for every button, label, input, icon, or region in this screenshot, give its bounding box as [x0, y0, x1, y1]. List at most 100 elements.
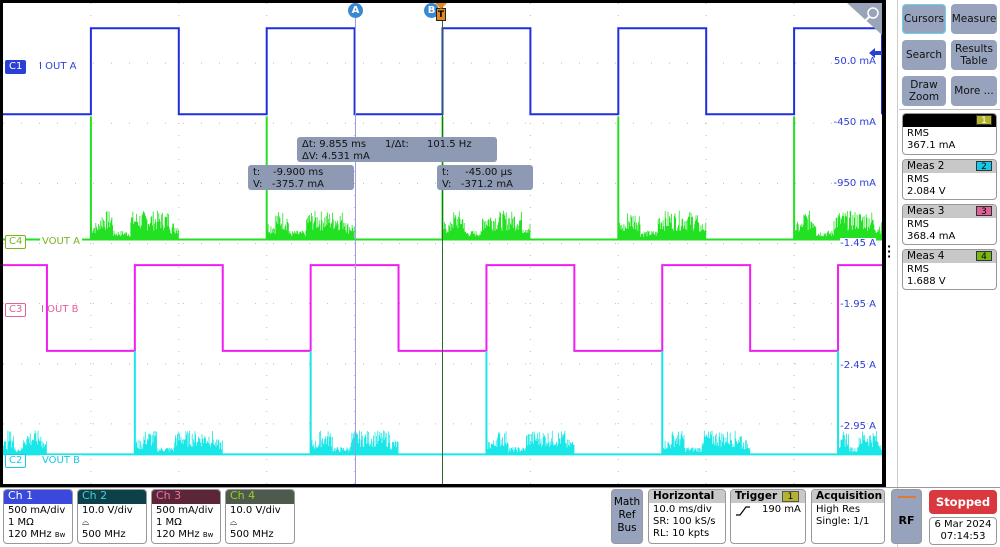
run-stop-button[interactable]: Stopped [929, 490, 997, 514]
panel-handle-icon[interactable]: · · · [887, 241, 891, 262]
ch3-tag[interactable]: C3 [5, 303, 27, 317]
ch-scale: 500 mA/div [156, 505, 214, 516]
cursor-a-readout[interactable]: t: -9.900 ms V: -375.7 mA [248, 165, 354, 190]
axis-label: -950 mA [833, 178, 876, 189]
ch1-tag[interactable]: C1 [5, 60, 27, 74]
waveform-svg [3, 3, 882, 484]
rising-edge-icon [736, 506, 750, 516]
more-button[interactable]: More ... [951, 76, 997, 106]
meas-1-badge[interactable]: 1 RMS 367.1 mA [902, 113, 997, 155]
divider [897, 0, 898, 547]
trigger-position-icon[interactable]: T [436, 8, 446, 21]
axis-label: -450 mA [833, 117, 876, 128]
meas-type: RMS [907, 128, 929, 139]
meas-title: Meas 4 [907, 250, 945, 262]
record-length: RL: 10 kpts [653, 528, 710, 539]
acquisition-title: Acquisition [812, 490, 884, 503]
math-label: Math [613, 496, 641, 508]
trigger-badge[interactable]: Trigger 1 190 mA [730, 489, 806, 544]
ch-termination: 1 MΩ [8, 517, 34, 528]
axis-label: -2.95 A [840, 421, 876, 432]
ch3-badge[interactable]: Ch 3 500 mA/div 1 MΩ 120 MHz Bw [151, 489, 221, 544]
probe-icon: ⌓ [82, 518, 90, 528]
ch-bandwidth: 120 MHz [8, 529, 52, 540]
noise-burst [134, 430, 223, 455]
cursor-b-readout[interactable]: t: -45.00 µs V: -371.2 mA [437, 165, 533, 190]
cursor-a-time: t: -9.900 ms [253, 167, 324, 178]
noise-burst [661, 430, 751, 455]
ch4-label: VOUT A [40, 236, 82, 247]
meas-type: RMS [907, 264, 929, 275]
noise-burst [310, 430, 399, 455]
ch1-label: I OUT A [39, 61, 77, 72]
ref-label: Ref [618, 509, 636, 521]
bw-limit-icon: Bw [54, 531, 66, 539]
sample-rate: SR: 100 kS/s [653, 516, 716, 527]
noise-burst [793, 210, 882, 240]
trigger-title: Trigger [735, 490, 778, 502]
ch-name: Ch 4 [226, 490, 294, 504]
horizontal-title: Horizontal [649, 490, 725, 503]
ch2-label: VOUT B [40, 455, 83, 466]
ch-name: Ch 2 [78, 490, 146, 504]
axis-label: -1.45 A [840, 238, 876, 249]
meas-4-badge[interactable]: Meas 4 4 RMS 1.688 V [902, 249, 997, 290]
time: 07:14:53 [940, 531, 986, 542]
trigger-level: 190 mA [762, 504, 801, 515]
meas-2-badge[interactable]: Meas 2 2 RMS 2.084 V [902, 159, 997, 200]
search-button[interactable]: Search [902, 40, 946, 70]
rf-button[interactable]: RF [891, 489, 922, 544]
frequency: 101.5 Hz [427, 139, 472, 150]
ch4-badge[interactable]: Ch 4 10.0 V/div ⌓ 500 MHz [225, 489, 295, 544]
meas-value: 368.4 mA [907, 231, 956, 242]
noise-burst [837, 431, 882, 455]
ch-scale: 500 mA/div [8, 505, 66, 516]
noise-burst [266, 210, 355, 240]
probe-icon: ⌓ [230, 518, 238, 528]
horizontal-badge[interactable]: Horizontal 10.0 ms/div SR: 100 kS/s RL: 10… [648, 489, 726, 544]
rf-label: RF [898, 514, 915, 527]
cursor-a-handle[interactable]: A [348, 3, 363, 18]
date-time: 6 Mar 2024 07:14:53 [929, 517, 997, 545]
meas-type: RMS [907, 219, 929, 230]
ch2-badge[interactable]: Ch 2 10.0 V/div ⌓ 500 MHz [77, 489, 147, 544]
ch4-tag[interactable]: C4 [5, 235, 27, 249]
date: 6 Mar 2024 [934, 519, 992, 530]
acquisition-badge[interactable]: Acquisition High Res Single: 1/1 [811, 489, 885, 544]
cursors-button[interactable]: Cursors [902, 4, 946, 34]
divider [899, 109, 1000, 110]
meas-3-badge[interactable]: Meas 3 3 RMS 368.4 mA [902, 204, 997, 245]
meas-badge: 4 [976, 251, 992, 262]
rf-indicator [898, 496, 916, 498]
ch2-tag[interactable]: C2 [5, 454, 27, 468]
ch-termination: 1 MΩ [156, 517, 182, 528]
zoom-corner-icon[interactable] [847, 3, 882, 35]
results-table-button[interactable]: Results Table [951, 40, 997, 70]
bw-limit-icon: Bw [202, 531, 214, 539]
meas-title: Meas 3 [907, 205, 945, 217]
noise-burst [486, 430, 575, 455]
noise-burst [90, 210, 179, 240]
cursor-b-value: V: -371.2 mA [442, 179, 513, 190]
ch-name: Ch 1 [4, 490, 72, 504]
ch-scale: 10.0 V/div [82, 505, 133, 516]
meas-badge: 1 [976, 115, 992, 126]
ch3-label: I OUT B [41, 304, 79, 315]
meas-type: RMS [907, 174, 929, 185]
ch-bandwidth: 120 MHz [156, 529, 200, 540]
noise-burst [3, 430, 47, 455]
cursor-a-value: V: -375.7 mA [253, 179, 324, 190]
measure-button[interactable]: Measure [951, 4, 997, 34]
cursor-delta-readout[interactable]: Δt: 9.855 ms 1/Δt: 101.5 Hz ΔV: 4.531 mA [297, 137, 497, 162]
draw-zoom-button[interactable]: Draw Zoom [902, 76, 946, 106]
math-ref-bus-button[interactable]: Math Ref Bus [611, 489, 643, 544]
ch1-badge[interactable]: Ch 1 500 mA/div 1 MΩ 120 MHz Bw [3, 489, 73, 544]
cursor-b-time: t: -45.00 µs [442, 167, 513, 178]
trigger-source: 1 [782, 491, 799, 502]
ch1-offset-arrow-icon[interactable] [869, 43, 882, 58]
delta-t: Δt: 9.855 ms [302, 139, 367, 150]
meas-value: 1.688 V [907, 276, 946, 287]
plot-area[interactable]: C1 I OUT A C4 VOUT A C3 I OUT B C2 VOUT … [3, 3, 882, 484]
delta-v: ΔV: 4.531 mA [302, 151, 370, 162]
acquisition-count: Single: 1/1 [816, 516, 870, 527]
